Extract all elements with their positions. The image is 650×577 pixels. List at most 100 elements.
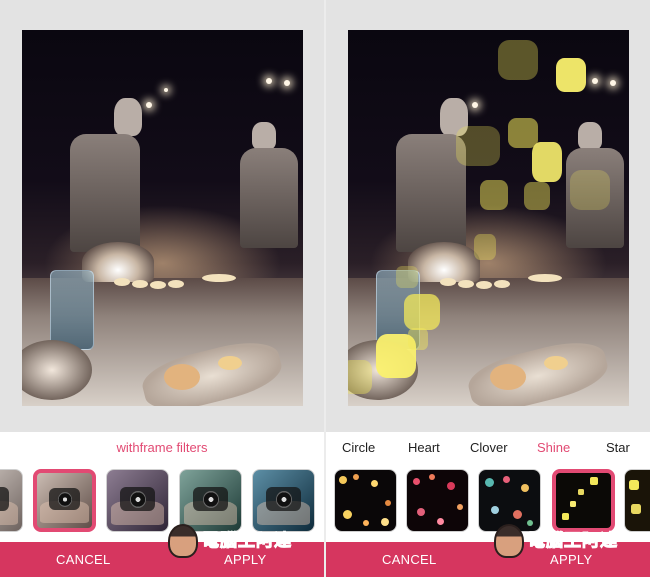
bokeh-shape: [474, 234, 496, 260]
food-item: [150, 281, 166, 289]
chef-hat: [252, 122, 276, 150]
bokeh-shape: [570, 170, 610, 210]
bokeh-dot: [578, 489, 584, 495]
bokeh-dot: [503, 476, 510, 483]
bokeh-dot: [590, 477, 598, 485]
bokeh-dot: [447, 482, 455, 490]
bokeh-dot: [631, 504, 641, 514]
filter-thumb-1[interactable]: [0, 469, 23, 532]
ceiling-light: [592, 78, 598, 84]
food-item: [218, 356, 242, 370]
photo-canvas: [0, 0, 324, 432]
watermark-text: 電腦王阿達: [202, 531, 292, 551]
photo-preview: [22, 30, 303, 406]
bokeh-shape: [480, 180, 508, 210]
bokeh-dot: [363, 520, 369, 526]
bokeh-pattern: [479, 470, 540, 531]
bokeh-pattern: [625, 470, 650, 531]
bokeh-dot: [562, 513, 569, 520]
ceiling-light: [146, 102, 152, 108]
bokeh-shape: [524, 182, 550, 210]
bokeh-dot: [343, 510, 352, 519]
bokeh-pattern: [556, 473, 611, 528]
bokeh-shape: [408, 328, 428, 350]
bokeh-dot: [339, 476, 347, 484]
bokeh-dot: [491, 506, 499, 514]
bokeh-dot: [385, 500, 391, 506]
bokeh-pattern: [407, 470, 468, 531]
bokeh-shape: [348, 360, 372, 394]
cancel-button[interactable]: CANCEL: [382, 542, 437, 577]
right-screen: Circle Heart Clover Shine Star CANCEL AP…: [326, 0, 650, 577]
food-item: [458, 280, 474, 288]
food-item: [440, 278, 456, 286]
chef-figure: [240, 148, 298, 248]
shape-tabs: Circle Heart Clover Shine Star: [326, 440, 650, 460]
bokeh-shape: [456, 126, 500, 166]
left-screen: withframe filters CANCEL APPLY 電腦王阿達: [0, 0, 324, 577]
photo-canvas: [326, 0, 650, 432]
bokeh-pattern: [335, 470, 396, 531]
bokeh-dot: [437, 518, 444, 525]
bokeh-shape: [508, 118, 538, 148]
shape-thumb-star[interactable]: [624, 469, 650, 532]
filter-title: withframe filters: [116, 440, 208, 455]
food-item: [168, 280, 184, 288]
tab-heart[interactable]: Heart: [408, 440, 440, 455]
shape-thumb-heart[interactable]: [406, 469, 469, 532]
bokeh-dot: [429, 474, 435, 480]
mascot-icon: [168, 524, 198, 558]
tab-clover[interactable]: Clover: [470, 440, 508, 455]
food-item: [544, 356, 568, 370]
water-glass: [50, 270, 94, 350]
bokeh-dot: [570, 501, 576, 507]
bokeh-dot: [457, 504, 463, 510]
cancel-button[interactable]: CANCEL: [56, 542, 111, 577]
bokeh-shape: [556, 58, 586, 92]
bokeh-shape: [396, 266, 418, 288]
bokeh-shape: [532, 142, 562, 182]
food-item: [528, 274, 562, 282]
lens-graphic: [130, 490, 147, 508]
ceiling-light: [472, 102, 478, 108]
food-item: [132, 280, 148, 288]
filter-thumb-2[interactable]: [33, 469, 96, 532]
food-item: [202, 274, 236, 282]
lens-graphic: [203, 490, 220, 508]
bokeh-dot: [371, 480, 378, 487]
bokeh-shape: [498, 40, 538, 80]
ceiling-light: [164, 88, 168, 92]
chef-hat: [114, 98, 142, 136]
bokeh-dot: [485, 478, 494, 487]
food-item: [476, 281, 492, 289]
tab-circle[interactable]: Circle: [342, 440, 375, 455]
watermark-text: 電腦王阿達: [528, 531, 618, 551]
bokeh-dot: [381, 518, 389, 526]
filter-thumb-4[interactable]: [179, 469, 242, 532]
chef-hat: [578, 122, 602, 150]
bokeh-shape: [404, 294, 440, 330]
bokeh-dot: [521, 484, 529, 492]
food-item: [494, 280, 510, 288]
bokeh-dot: [513, 510, 522, 519]
tab-shine[interactable]: Shine: [537, 440, 570, 455]
tab-star[interactable]: Star: [606, 440, 630, 455]
bokeh-dot: [417, 508, 425, 516]
bokeh-dot: [629, 480, 639, 490]
camera-graphic: [0, 487, 9, 512]
lens-graphic: [276, 490, 293, 508]
shape-thumb-shine[interactable]: [552, 469, 615, 532]
shape-thumb-clover[interactable]: [478, 469, 541, 532]
food-item: [164, 364, 200, 390]
photo-preview: [348, 30, 629, 406]
ceiling-light: [610, 80, 616, 86]
bokeh-dot: [353, 474, 359, 480]
filter-thumb-5[interactable]: [252, 469, 315, 532]
ceiling-light: [284, 80, 290, 86]
food-item: [114, 278, 130, 286]
chef-figure: [70, 134, 140, 252]
filter-thumb-3[interactable]: [106, 469, 169, 532]
shape-thumb-circle[interactable]: [334, 469, 397, 532]
bokeh-dot: [413, 478, 420, 485]
mascot-icon: [494, 524, 524, 558]
